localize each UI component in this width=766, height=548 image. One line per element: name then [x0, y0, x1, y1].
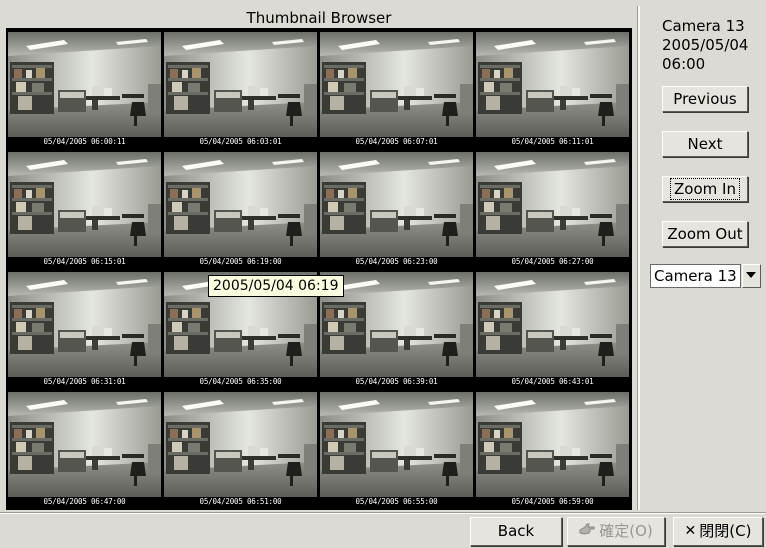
thumbnail[interactable]: 05/04/2005 06:03:01	[164, 30, 317, 147]
thumbnail-browser-window: Thumbnail Browser 05/04/2005 06:00:11 05/…	[0, 0, 766, 548]
camera-snapshot-image	[164, 32, 317, 137]
ok-button-label: 確定(O)	[599, 522, 653, 540]
thumbnail[interactable]: 05/04/2005 06:31:01	[8, 270, 161, 387]
next-button-label: Next	[687, 135, 723, 153]
camera-snapshot-image	[8, 32, 161, 137]
camera-info: Camera 13 2005/05/04 06:00	[662, 17, 762, 74]
camera-snapshot-image	[8, 272, 161, 377]
camera-snapshot-image	[476, 392, 629, 497]
camera-date: 2005/05/04	[662, 36, 749, 54]
thumbnail-timestamp: 05/04/2005 06:07:01	[355, 137, 438, 146]
panel-title: Thumbnail Browser	[246, 9, 392, 27]
thumbnail[interactable]: 05/04/2005 06:59:00	[476, 390, 629, 507]
thumbnail-timestamp: 05/04/2005 06:43:01	[511, 377, 594, 386]
thumbnail[interactable]: 05/04/2005 06:23:00	[320, 150, 473, 267]
zoom-in-button-label: Zoom In	[670, 178, 740, 200]
camera-snapshot-image	[476, 32, 629, 137]
camera-snapshot-image	[8, 392, 161, 497]
thumbnail-tooltip: 2005/05/04 06:19	[208, 275, 344, 297]
camera-snapshot-image	[164, 152, 317, 257]
camera-snapshot-image	[164, 392, 317, 497]
thumbnail-timestamp: 05/04/2005 06:35:00	[199, 377, 282, 386]
thumbnail[interactable]: 05/04/2005 06:47:00	[8, 390, 161, 507]
thumbnail-timestamp: 05/04/2005 06:47:00	[43, 497, 126, 506]
camera-select-value[interactable]: Camera 13	[650, 264, 741, 288]
thumbnail-timestamp: 05/04/2005 06:51:00	[199, 497, 282, 506]
thumbnail-timestamp: 05/04/2005 06:27:00	[511, 257, 594, 266]
thumbnail-timestamp: 05/04/2005 06:23:00	[355, 257, 438, 266]
thumbnail-timestamp: 05/04/2005 06:39:01	[355, 377, 438, 386]
zoom-out-button-label: Zoom Out	[667, 225, 743, 243]
zoom-in-button[interactable]: Zoom In	[662, 176, 748, 202]
close-button-label: 閉閉(C)	[699, 522, 752, 540]
thumbnail[interactable]: 05/04/2005 06:51:00	[164, 390, 317, 507]
thumbnail-timestamp: 05/04/2005 06:15:01	[43, 257, 126, 266]
thumbnail-timestamp: 05/04/2005 06:55:00	[355, 497, 438, 506]
thumbnail[interactable]: 05/04/2005 06:00:11	[8, 30, 161, 147]
thumbnail[interactable]: 05/04/2005 06:27:00	[476, 150, 629, 267]
ok-button[interactable]: 確定(O)	[567, 517, 665, 546]
thumbnail-timestamp: 05/04/2005 06:19:00	[199, 257, 282, 266]
thumbnail-timestamp: 05/04/2005 06:03:01	[199, 137, 282, 146]
camera-snapshot-image	[476, 272, 629, 377]
chevron-down-icon[interactable]	[742, 264, 761, 288]
thumbnail-timestamp: 05/04/2005 06:11:01	[511, 137, 594, 146]
camera-snapshot-image	[320, 392, 473, 497]
camera-snapshot-image	[8, 152, 161, 257]
footer-divider	[0, 512, 766, 514]
thumbnail[interactable]: 05/04/2005 06:07:01	[320, 30, 473, 147]
camera-time: 06:00	[662, 55, 706, 73]
thumbnail-timestamp: 05/04/2005 06:00:11	[43, 137, 126, 146]
thumbnail[interactable]: 05/04/2005 06:19:00	[164, 150, 317, 267]
camera-snapshot-image	[320, 152, 473, 257]
camera-snapshot-image	[476, 152, 629, 257]
thumbnail[interactable]: 05/04/2005 06:43:01	[476, 270, 629, 387]
thumbnail[interactable]: 05/04/2005 06:55:00	[320, 390, 473, 507]
thumbnail[interactable]: 05/04/2005 06:11:01	[476, 30, 629, 147]
close-button[interactable]: ✕ 閉閉(C)	[673, 517, 763, 546]
thumbnail-timestamp: 05/04/2005 06:59:00	[511, 497, 594, 506]
hand-point-icon	[579, 518, 596, 545]
previous-button[interactable]: Previous	[662, 86, 748, 112]
back-button-label: Back	[497, 522, 535, 540]
camera-snapshot-image	[320, 32, 473, 137]
back-button[interactable]: Back	[470, 517, 562, 546]
next-button[interactable]: Next	[662, 131, 748, 157]
thumbnail-grid: 05/04/2005 06:00:11 05/04/2005 06:03:01 05…	[6, 28, 632, 510]
previous-button-label: Previous	[673, 90, 737, 108]
thumbnail-timestamp: 05/04/2005 06:31:01	[43, 377, 126, 386]
thumbnail[interactable]: 05/04/2005 06:15:01	[8, 150, 161, 267]
camera-select[interactable]: Camera 13	[650, 264, 761, 288]
camera-name: Camera 13	[662, 17, 745, 35]
vertical-divider	[637, 6, 640, 510]
x-icon: ✕	[684, 523, 697, 539]
zoom-out-button[interactable]: Zoom Out	[662, 221, 748, 247]
